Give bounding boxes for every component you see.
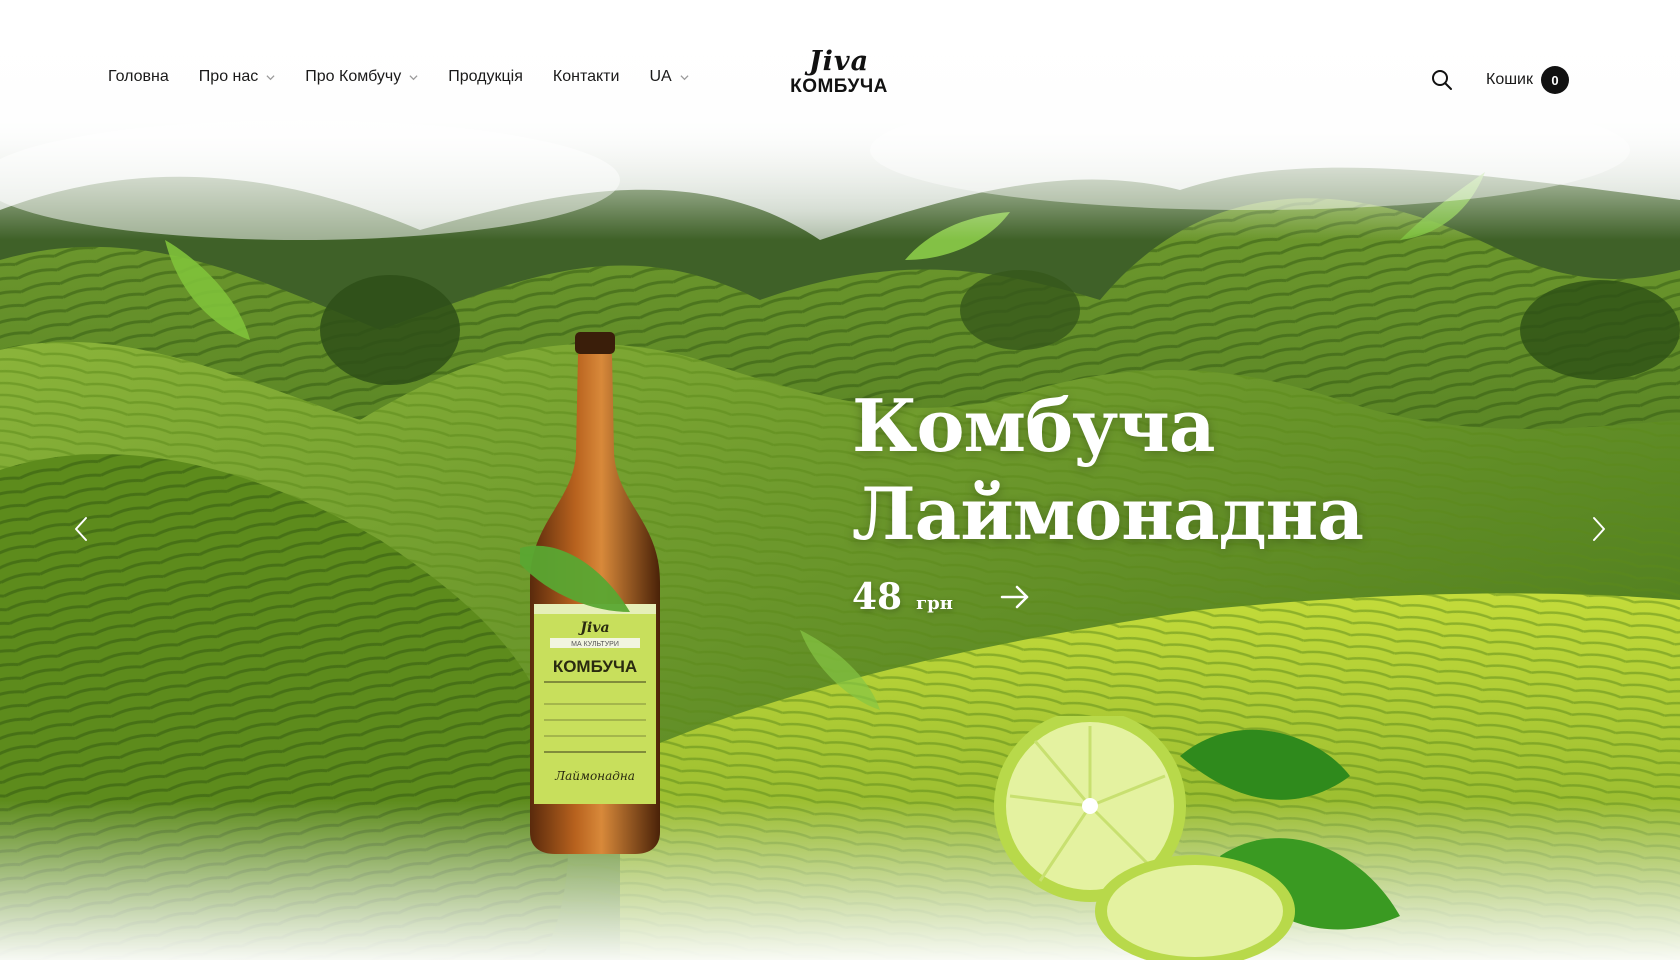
lime-image: [994, 716, 1400, 960]
hero-title: Комбуча Лаймонадна: [852, 382, 1364, 558]
nav-item-home[interactable]: Головна: [108, 68, 169, 86]
hero-title-line-1: Комбуча: [852, 383, 1216, 468]
nav-item-about-kombucha[interactable]: Про Комбучу: [305, 68, 418, 86]
price-value: 48: [852, 576, 903, 618]
search-icon[interactable]: [1430, 68, 1454, 92]
kombucha-bottle-image: Jiva МА КУЛЬТУРИ КОМБУЧА Лаймонадна: [520, 332, 660, 854]
hero-section: Jiva МА КУЛЬТУРИ КОМБУЧА Лаймонадна: [0, 0, 1680, 960]
nav-item-label: UA: [649, 68, 672, 85]
nav-item-label: Про Комбучу: [305, 68, 402, 85]
logo-word-text: КОМБУЧА: [790, 76, 888, 97]
chevron-right-icon[interactable]: [1586, 516, 1610, 542]
price-currency: грн: [916, 593, 953, 614]
chevron-left-icon[interactable]: [70, 516, 94, 542]
cart-count-badge: 0: [1541, 66, 1569, 94]
main-nav: Головна Про нас Про Комбучу Продукція Контак…: [108, 68, 719, 86]
bottle-flavor-text: Лаймонадна: [554, 769, 635, 783]
hero-title-line-2: Лаймонадна: [852, 471, 1364, 556]
cart-button[interactable]: Кошик 0: [1486, 66, 1569, 94]
site-logo[interactable]: Jiva КОМБУЧА: [780, 48, 898, 98]
nav-item-products[interactable]: Продукція: [448, 68, 523, 86]
chevron-down-icon: [266, 74, 275, 80]
logo-script-text: Jiva: [808, 46, 870, 77]
nav-item-contacts[interactable]: Контакти: [553, 68, 620, 86]
chevron-down-icon: [409, 74, 418, 80]
arrow-right-icon[interactable]: [1000, 582, 1030, 612]
chevron-down-icon: [680, 74, 689, 80]
bottle-brand-text: Jiva: [577, 620, 609, 636]
nav-item-about[interactable]: Про нас: [199, 68, 275, 86]
bottle-name-text: КОМБУЧА: [553, 657, 637, 676]
nav-item-label: Головна: [108, 68, 169, 85]
cart-label: Кошик: [1486, 71, 1533, 88]
nav-item-label: Продукція: [448, 68, 523, 85]
nav-item-language[interactable]: UA: [649, 68, 689, 86]
nav-item-label: Про нас: [198, 68, 259, 85]
hero-price: 48 грн: [852, 576, 953, 618]
nav-item-label: Контакти: [552, 68, 620, 85]
bottle-band-text: МА КУЛЬТУРИ: [571, 641, 619, 648]
site-header: Головна Про нас Про Комбучу Продукція Контак…: [0, 0, 1680, 120]
tea-plantation-background: [0, 0, 1680, 960]
